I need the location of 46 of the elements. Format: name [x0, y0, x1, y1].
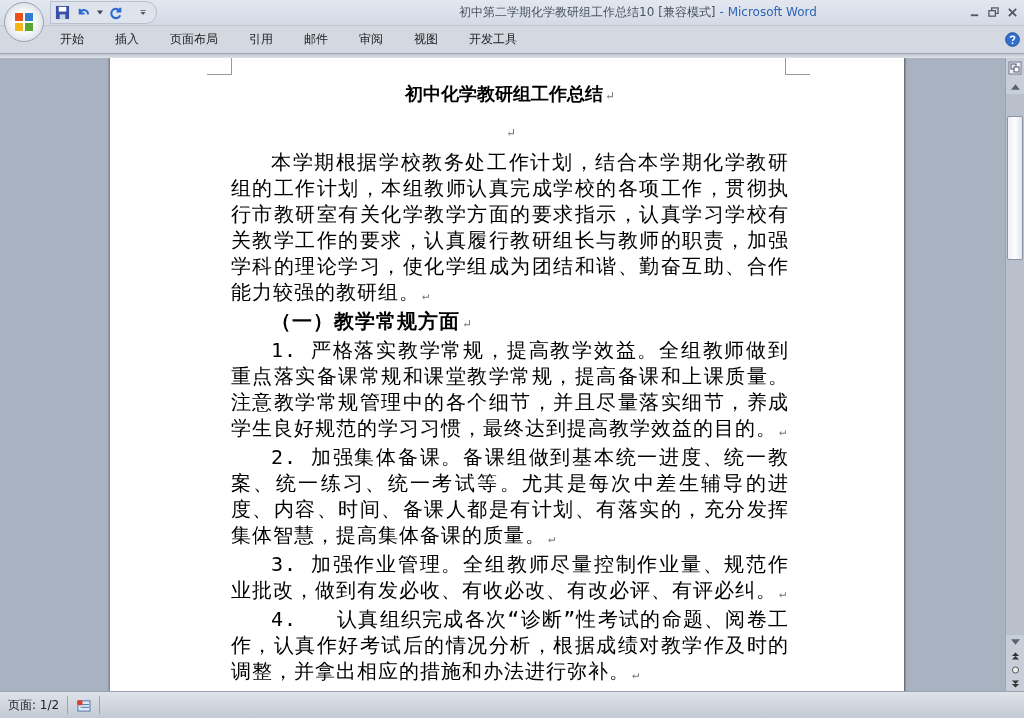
paragraph-mark: ↵ — [779, 586, 787, 600]
save-icon[interactable] — [55, 5, 70, 20]
previous-page-icon[interactable] — [1010, 652, 1020, 660]
ribbon-tab[interactable]: 审阅 — [344, 27, 398, 52]
select-browse-icon[interactable] — [1010, 666, 1020, 674]
paragraph-mark: ↵ — [548, 531, 556, 545]
ribbon-tab[interactable]: 引用 — [234, 27, 288, 52]
window-title: 初中第二学期化学教研组工作总结10 [兼容模式] — [459, 5, 716, 19]
paragraph-mark: ↵ — [779, 424, 787, 438]
ribbon-tab[interactable]: 页面布局 — [155, 27, 233, 52]
redo-icon[interactable] — [109, 5, 124, 20]
body-paragraph: 2. 加强集体备课。备课组做到基本统一进度、统一教案、统一练习、统一考试等。尤其是每次中差生辅导的进度、内容、时间、备课人都是有计划、有落实的，充分发挥集体智慧，提高集体备课的质量。↵ — [231, 444, 789, 549]
section-heading: （一）教学常规方面↵ — [270, 308, 474, 335]
customize-icon[interactable] — [140, 10, 146, 15]
app-name: - Microsoft Word — [719, 5, 817, 19]
paragraph-mark: ↵ — [462, 317, 473, 331]
page-count[interactable]: 页面: 1/2 — [0, 696, 69, 714]
close-icon[interactable] — [1007, 7, 1018, 18]
scroll-thumb[interactable] — [1007, 116, 1023, 260]
vertical-scrollbar[interactable] — [1005, 58, 1024, 691]
scroll-down-icon[interactable] — [1010, 639, 1020, 645]
office-logo-icon — [12, 10, 36, 34]
paragraph-mark: ↵ — [422, 288, 430, 302]
paragraph-mark: ↵ — [604, 89, 616, 103]
ribbon-tab[interactable]: 插入 — [100, 27, 154, 52]
body-paragraph: 4. 认真组织完成各次“诊断”性考试的命题、阅卷工作，认真作好考试后的情况分析，根据成绩对教学作及时的调整，并拿出相应的措施和办法进行弥补。↵ — [231, 606, 789, 685]
body-paragraph: 3. 加强作业管理。全组教师尽量控制作业量、规范作业批改，做到有发必收、有收必改、有改必评、有评必纠。↵ — [231, 551, 789, 604]
body-paragraph: 1. 严格落实教学常规，提高教学效益。全组教师做到重点落实备课常规和课堂教学常规，提高备课和上课质量。注意教学常规管理中的各个细节，并且尽量落实细节，养成学生良好规范的学习习惯，最终达到提高教学效益的目的。↵ — [231, 337, 789, 442]
ribbon-tab[interactable]: 邮件 — [289, 27, 343, 52]
ruler-icon[interactable] — [1008, 61, 1022, 75]
ribbon-tab[interactable]: 视图 — [399, 27, 453, 52]
crop-mark — [785, 58, 810, 75]
macro-record-icon[interactable] — [76, 698, 92, 712]
next-page-icon[interactable] — [1010, 680, 1020, 688]
office-button[interactable] — [4, 2, 44, 42]
crop-mark — [207, 58, 232, 75]
ribbon-tab[interactable]: 开发工具 — [454, 27, 532, 52]
paragraph-mark: ↵ — [632, 667, 640, 681]
body-paragraph: 本学期根据学校教务处工作计划，结合本学期化学教研组的工作计划，本组教师认真完成学校的各项工作，贯彻执行市教研室有关化学教学方面的要求指示，认真学习学校有关教学工作的要求，认真履行教研组长与教师的职责，加强学科的理论学习，使化学组成为团结和谐、勤奋互助、合作能力较强的教研组。↵ — [231, 149, 789, 306]
paragraph-mark: ↵ — [505, 126, 517, 140]
caret-icon[interactable] — [97, 10, 103, 15]
document-title: 初中化学教研组工作总结↵ — [403, 82, 617, 106]
help-icon[interactable] — [1005, 32, 1020, 47]
scroll-up-icon[interactable] — [1010, 84, 1020, 90]
ribbon-tab[interactable]: 开始 — [45, 27, 99, 52]
restore-icon[interactable] — [988, 7, 999, 18]
